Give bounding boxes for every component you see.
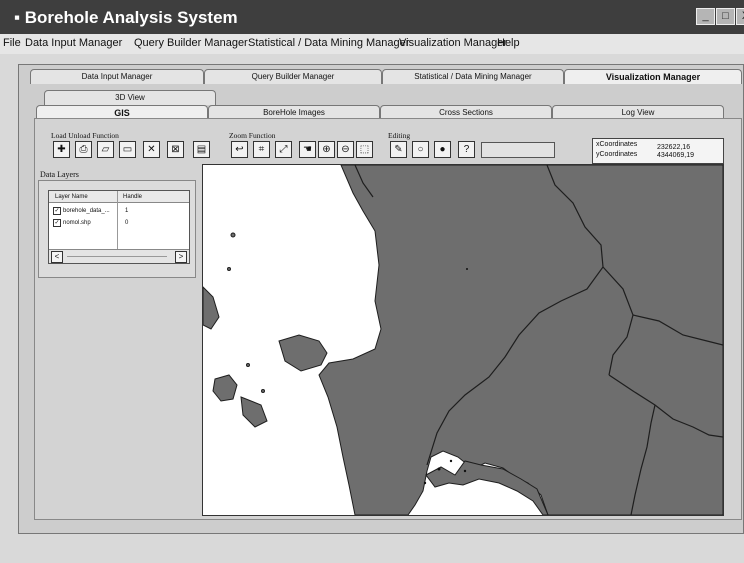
column-header-handle[interactable]: Handle [123, 194, 142, 200]
y-coordinate-label: yCoordinates [596, 151, 638, 158]
open-folder-icon: ▱ [101, 144, 110, 155]
add-layer-button[interactable]: ✚ [53, 141, 70, 158]
zoom-in-button[interactable]: ⊕ [318, 141, 335, 158]
full-extent-button[interactable]: ⤢ [275, 141, 292, 158]
app-title: ▪ Borehole Analysis System [14, 8, 238, 28]
islet [466, 268, 468, 270]
properties-icon: ▤ [196, 144, 207, 155]
title-bar: ▪ Borehole Analysis System _ □ X [0, 0, 744, 34]
coordinates-box: xCoordinates 232622,16 yCoordinates 4344… [592, 138, 724, 164]
folder-icon: ▭ [122, 144, 133, 155]
tab-query-builder-manager[interactable]: Query Builder Manager [204, 69, 382, 84]
map-view[interactable] [202, 164, 724, 516]
checkmark-icon: ✓ [54, 208, 60, 214]
edit-text-input[interactable] [481, 142, 555, 158]
back-arrow-icon: ↩ [235, 144, 244, 155]
layer-visibility-checkbox[interactable]: ✓ [53, 207, 61, 215]
islet [246, 363, 250, 367]
delete-icon: ✕ [147, 144, 156, 155]
menu-file[interactable]: File [3, 37, 21, 49]
zoom-window-button[interactable]: ⬚ [356, 141, 373, 158]
add-layer-icon: ✚ [57, 144, 66, 155]
print-icon: ⎙ [79, 144, 88, 155]
point-icon: ● [439, 144, 446, 155]
pencil-icon: ✎ [394, 144, 403, 155]
menu-visualization-manager[interactable]: Visualization Manager [399, 37, 507, 49]
zoom-window-icon: ⬚ [359, 144, 370, 155]
islet [423, 481, 427, 485]
islet [230, 232, 236, 238]
scroll-track[interactable] [67, 256, 167, 257]
layer-handle: 0 [125, 220, 129, 226]
column-header-layer-name[interactable]: Layer Name [55, 194, 88, 200]
tab-visualization-manager[interactable]: Visualization Manager [564, 69, 742, 84]
save-layer-button[interactable]: ▭ [119, 141, 136, 158]
zoom-out-button[interactable]: ⊖ [337, 141, 354, 158]
close-button[interactable]: X [736, 8, 744, 25]
map-canvas [203, 165, 723, 515]
layer-name[interactable]: nomol.shp [63, 220, 91, 226]
circle-icon: ○ [417, 144, 424, 155]
menu-query-builder-manager[interactable]: Query Builder Manager [134, 37, 248, 49]
x-coordinate-value: 232622,16 [657, 144, 691, 151]
menu-statistical-manager[interactable]: Statistical / Data Mining Manager [248, 37, 409, 49]
x-coordinate-label: xCoordinates [596, 141, 638, 148]
draw-point-button[interactable]: ● [434, 141, 451, 158]
checkmark-icon: ✓ [54, 220, 60, 226]
zoom-extent-button[interactable]: ⌗ [253, 141, 270, 158]
zoom-function-label: Zoom Function [229, 131, 276, 140]
clear-layers-button[interactable]: ⊠ [167, 141, 184, 158]
layer-name[interactable]: borehole_data_... [63, 208, 110, 214]
menu-help[interactable]: Help [497, 37, 520, 49]
y-coordinate-value: 4344069,19 [657, 152, 694, 159]
menu-bar: File Data Input Manager Query Builder Ma… [0, 34, 744, 54]
properties-button[interactable]: ▤ [193, 141, 210, 158]
app-menu-icon[interactable]: ▪ [14, 8, 25, 27]
identify-button[interactable]: ? [458, 141, 475, 158]
zoom-out-icon: ⊖ [341, 144, 350, 155]
scroll-left-button[interactable]: < [51, 251, 63, 263]
tab-3d-view[interactable]: 3D View [44, 90, 216, 105]
open-layer-button[interactable]: ▱ [97, 141, 114, 158]
window-title: Borehole Analysis System [24, 8, 238, 27]
layer-handle: 1 [125, 208, 129, 214]
islet [463, 469, 467, 473]
data-layers-table: Layer Name Handle ✓ borehole_data_... 1 … [48, 190, 190, 264]
scroll-right-button[interactable]: > [175, 251, 187, 263]
menu-data-input-manager[interactable]: Data Input Manager [25, 37, 122, 49]
print-button[interactable]: ⎙ [75, 141, 92, 158]
column-divider [117, 191, 118, 249]
zoom-in-icon: ⊕ [322, 144, 331, 155]
islet [227, 267, 231, 271]
maximize-button[interactable]: □ [716, 8, 735, 25]
pan-button[interactable]: ☚ [299, 141, 316, 158]
layer-visibility-checkbox[interactable]: ✓ [53, 219, 61, 227]
islet [261, 389, 265, 393]
islet [437, 467, 441, 471]
edit-pencil-button[interactable]: ✎ [390, 141, 407, 158]
zoom-previous-button[interactable]: ↩ [231, 141, 248, 158]
tab-statistical-manager[interactable]: Statistical / Data Mining Manager [382, 69, 564, 84]
expand-icon: ⤢ [279, 144, 288, 155]
clear-icon: ⊠ [171, 144, 180, 155]
land-region [318, 165, 723, 515]
load-function-label: Load Unload Function [51, 131, 119, 140]
zoom-extent-icon: ⌗ [258, 144, 265, 155]
horizontal-scrollbar[interactable]: < > [49, 249, 189, 263]
editing-label: Editing [388, 131, 411, 140]
data-layers-title: Data Layers [40, 170, 79, 179]
minimize-button[interactable]: _ [696, 8, 715, 25]
help-icon: ? [463, 144, 470, 155]
tab-data-input-manager[interactable]: Data Input Manager [30, 69, 204, 84]
remove-layer-button[interactable]: ✕ [143, 141, 160, 158]
islet [449, 459, 453, 463]
draw-circle-button[interactable]: ○ [412, 141, 429, 158]
hand-icon: ☚ [303, 144, 312, 155]
